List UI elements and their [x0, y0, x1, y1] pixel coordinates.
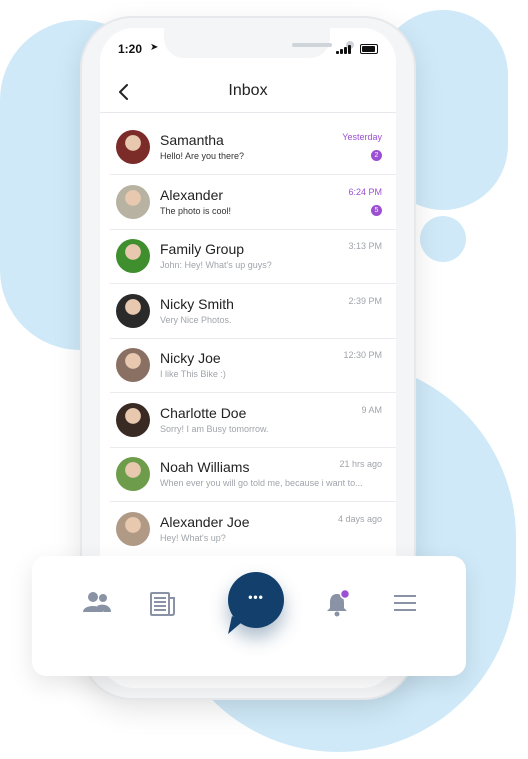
message-time: 21 hrs ago	[339, 459, 382, 469]
message-preview: Very Nice Photos.	[160, 314, 232, 325]
avatar	[116, 457, 150, 491]
bottom-nav: •••	[32, 556, 466, 676]
contact-name: Family Group	[160, 241, 245, 257]
message-time: 6:24 PM	[348, 186, 382, 197]
status-bar: 1:20 ➤	[100, 28, 396, 70]
message-preview: Hey! What's up?	[160, 532, 226, 543]
chat-fab-button[interactable]: •••	[228, 572, 284, 634]
contact-name: Alexander	[160, 186, 224, 203]
unread-badge: 2	[371, 150, 382, 161]
page-title: Inbox	[228, 82, 268, 99]
background-blob	[420, 216, 466, 262]
conversation-row[interactable]: Alexander The photo is cool! 6:24 PM 5	[110, 175, 396, 230]
status-time: 1:20	[118, 42, 143, 56]
contacts-icon[interactable]	[80, 586, 114, 620]
speaker-slot	[292, 43, 332, 47]
unread-badge: 5	[371, 204, 382, 216]
chat-icon: •••	[248, 590, 264, 604]
contact-name: Noah Williams	[160, 459, 250, 475]
avatar	[116, 239, 150, 273]
message-time: 12:30 PM	[343, 350, 382, 360]
message-time: 2:39 PM	[348, 295, 382, 306]
avatar	[116, 511, 150, 546]
inbox-header: Inbox	[100, 72, 396, 113]
conversation-row[interactable]: Nicky Joe I like This Bike :) 12:30 PM	[110, 338, 396, 393]
conversation-row[interactable]: Nicky Smith Very Nice Photos. 2:39 PM	[110, 284, 396, 339]
message-time: 4 days ago	[337, 513, 382, 524]
message-preview: Sorry! I am Busy tomorrow.	[160, 423, 269, 434]
avatar	[116, 293, 150, 328]
message-time: 9 AM	[361, 404, 382, 415]
avatar	[116, 130, 150, 164]
message-preview: The photo is cool!	[160, 205, 232, 216]
message-preview: I like This Bike :)	[160, 369, 226, 379]
message-preview: When ever you will go told me, because i…	[160, 478, 363, 488]
avatar	[116, 348, 150, 382]
signal-icon	[336, 44, 352, 54]
news-icon[interactable]	[146, 586, 180, 620]
message-preview: John: Hey! What's up guys?	[160, 260, 272, 270]
bell-icon[interactable]	[320, 586, 354, 620]
location-icon: ➤	[150, 42, 159, 53]
contact-name: Nicky Joe	[160, 350, 221, 366]
avatar	[116, 184, 150, 219]
contact-name: Nicky Smith	[160, 295, 234, 312]
message-preview: Hello! Are you there?	[160, 151, 245, 161]
menu-icon[interactable]	[388, 586, 422, 620]
message-time: 3:13 PM	[348, 241, 382, 251]
battery-icon	[360, 44, 378, 54]
message-time: Yesterday	[342, 132, 382, 142]
contact-name: Charlotte Doe	[160, 404, 247, 421]
contact-name: Samantha	[160, 132, 224, 148]
avatar	[116, 402, 150, 437]
chat-bubble-tail	[228, 616, 242, 634]
conversation-row[interactable]: Alexander Joe Hey! What's up? 4 days ago	[110, 502, 396, 557]
phone-notch	[164, 28, 354, 58]
conversation-row[interactable]: Noah Williams When ever you will go told …	[110, 447, 396, 502]
conversation-row[interactable]: Samantha Hello! Are you there? Yesterday 2	[110, 120, 396, 175]
conversation-row[interactable]: Charlotte Doe Sorry! I am Busy tomorrow. 9…	[110, 393, 396, 448]
conversation-row[interactable]: Family Group John: Hey! What's up guys? 3:…	[110, 229, 396, 284]
contact-name: Alexander Joe	[160, 513, 250, 530]
